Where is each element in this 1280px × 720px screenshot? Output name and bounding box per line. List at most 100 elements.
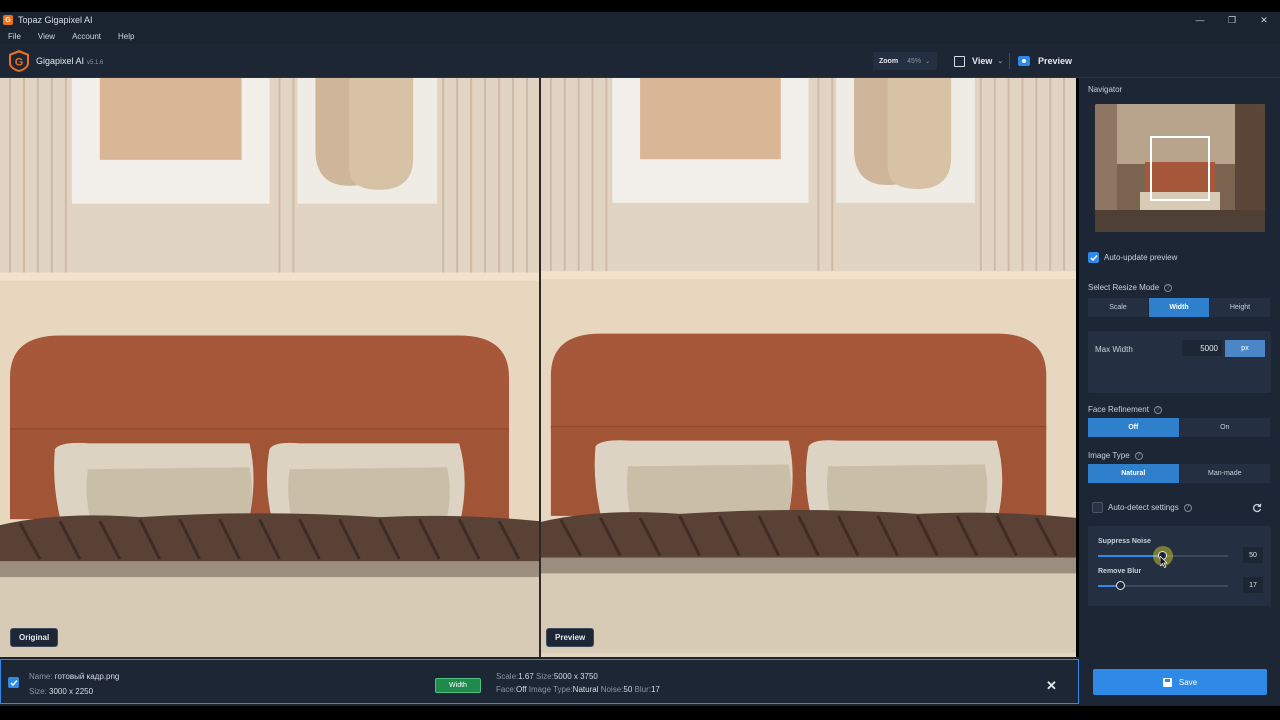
auto-update-checkbox[interactable] — [1088, 252, 1099, 263]
remove-blur-knob[interactable] — [1116, 581, 1125, 590]
max-width-input[interactable]: 5000 — [1182, 340, 1222, 356]
image-type-man-made[interactable]: Man-made — [1179, 464, 1271, 483]
help-icon[interactable]: ? — [1183, 503, 1192, 512]
app-logo-icon: G — [3, 15, 13, 25]
svg-text:G: G — [15, 57, 24, 69]
menu-account[interactable]: Account — [72, 32, 101, 41]
minimize-icon[interactable]: — — [1184, 12, 1216, 28]
suppress-noise-label: Suppress Noise — [1098, 538, 1151, 545]
bedroom-image — [0, 78, 539, 657]
image-type-title: Image Type ? — [1088, 451, 1143, 460]
app-name: Gigapixel AI v5.1.6 — [36, 56, 103, 66]
restore-icon[interactable]: ❐ — [1216, 12, 1248, 28]
file-row[interactable]: Name: готовый кадр.png Size: 3000 x 2250… — [0, 659, 1079, 704]
window-controls: — ❐ ✕ — [1184, 12, 1280, 28]
zoom-value: 45% — [907, 57, 922, 65]
navigator-title-text: Navigator — [1088, 85, 1123, 94]
max-width-label: Max Width — [1095, 345, 1133, 354]
output-info-line1: Scale:1.67 Size:5000 x 3750 — [496, 672, 598, 681]
checkmark-icon — [9, 679, 18, 686]
image-type-natural[interactable]: Natural — [1088, 464, 1180, 483]
face-refinement-off[interactable]: Off — [1088, 418, 1180, 437]
image-type-title-text: Image Type — [1088, 451, 1130, 460]
image-type-value: Natural — [572, 685, 599, 694]
menu-help[interactable]: Help — [118, 32, 134, 41]
menu-file[interactable]: File — [8, 32, 21, 41]
navigator-thumbnail[interactable] — [1095, 104, 1265, 232]
enhancement-sliders: Suppress Noise 50 Remove Blur 17 — [1088, 526, 1271, 606]
resize-mode-badge: Width — [435, 678, 481, 693]
app-version: v5.1.6 — [87, 60, 104, 66]
output-size-value: 5000 x 3750 — [553, 672, 598, 681]
top-black-strip — [0, 0, 1280, 12]
eye-icon — [1018, 56, 1030, 66]
file-size-value: 3000 x 2250 — [49, 687, 94, 696]
scale-value: 1.67 — [518, 672, 534, 681]
view-button[interactable]: View ⌄ — [954, 53, 1003, 69]
file-size-label: Size: — [29, 687, 47, 696]
view-square-icon — [954, 55, 965, 67]
resize-mode-scale[interactable]: Scale — [1088, 298, 1149, 317]
refresh-icon[interactable] — [1252, 503, 1262, 513]
output-size-label: Size: — [536, 672, 554, 681]
chevron-down-icon: ⌄ — [997, 58, 1004, 65]
auto-update-row[interactable]: Auto-update preview — [1088, 252, 1177, 263]
resize-mode-height[interactable]: Height — [1210, 298, 1271, 317]
preview-image-pane[interactable]: Preview — [541, 78, 1076, 657]
save-button[interactable]: Save — [1093, 669, 1267, 695]
original-label: Original — [10, 628, 59, 647]
scale-label: Scale: — [496, 672, 519, 681]
help-icon[interactable]: ? — [1134, 451, 1143, 460]
output-info-line2: Face:Off Image Type:Natural Noise:50 Blu… — [496, 685, 660, 694]
settings-panel: Navigator Auto-update preview Select Res… — [1079, 78, 1280, 657]
app-header: G Gigapixel AI v5.1.6 Zoom 45% ⌄ View ⌄ P… — [0, 44, 1280, 78]
zoom-dropdown[interactable]: Zoom 45% ⌄ — [873, 52, 937, 70]
remove-blur-value[interactable]: 17 — [1243, 577, 1263, 593]
bottom-black-strip — [0, 706, 1280, 720]
face-refinement-on[interactable]: On — [1179, 418, 1271, 437]
title-bar: G Topaz Gigapixel AI — ❐ ✕ — [0, 12, 1280, 28]
resize-mode-width[interactable]: Width — [1149, 298, 1210, 317]
menu-view[interactable]: View — [38, 32, 55, 41]
preview-pane-label: Preview — [546, 628, 595, 647]
face-label: Face: — [496, 685, 517, 694]
save-area: Save — [1080, 657, 1280, 706]
resize-mode-title-text: Select Resize Mode — [1088, 283, 1160, 292]
mouse-pointer-icon — [1160, 556, 1168, 568]
navigator-image — [1095, 104, 1265, 232]
close-window-icon[interactable]: ✕ — [1248, 12, 1280, 28]
auto-detect-label: Auto-detect settings — [1108, 503, 1179, 512]
file-name-value: готовый кадр.png — [54, 672, 120, 681]
app-name-text: Gigapixel AI — [36, 56, 85, 66]
resize-mode-segmented: Scale Width Height — [1088, 298, 1271, 317]
checkmark-icon — [1089, 254, 1098, 261]
remove-blur-label: Remove Blur — [1098, 568, 1142, 575]
suppress-noise-value[interactable]: 50 — [1243, 547, 1263, 563]
noise-value: 50 — [623, 685, 633, 694]
preview-button[interactable]: Preview — [1018, 53, 1072, 69]
blur-label: Blur: — [634, 685, 651, 694]
resize-mode-title: Select Resize Mode ? — [1088, 283, 1173, 292]
face-refinement-segmented: Off On — [1088, 418, 1271, 437]
window-title: Topaz Gigapixel AI — [18, 15, 93, 25]
file-name: Name: готовый кадр.png — [29, 672, 119, 681]
file-name-label: Name: — [29, 672, 53, 681]
auto-detect-row[interactable]: Auto-detect settings ? — [1092, 502, 1192, 513]
remove-file-icon[interactable]: ✕ — [1046, 678, 1057, 694]
help-icon[interactable]: ? — [1153, 405, 1162, 414]
original-image-pane[interactable]: Original — [0, 78, 539, 657]
zoom-label: Zoom — [879, 57, 899, 65]
preview-label: Preview — [1038, 56, 1073, 66]
chevron-down-icon: ⌄ — [925, 58, 931, 65]
header-divider — [1009, 53, 1010, 69]
face-refinement-title: Face Refinement ? — [1088, 405, 1162, 414]
unit-dropdown[interactable]: px — [1225, 340, 1265, 357]
help-icon[interactable]: ? — [1164, 283, 1173, 292]
file-select-checkbox[interactable] — [8, 677, 19, 688]
view-label: View — [972, 56, 993, 66]
image-type-segmented: Natural Man-made — [1088, 464, 1271, 483]
menu-bar: File View Account Help — [0, 28, 1280, 44]
auto-detect-checkbox[interactable] — [1092, 502, 1103, 513]
save-label: Save — [1178, 677, 1198, 687]
gigapixel-logo-icon: G — [9, 50, 29, 72]
